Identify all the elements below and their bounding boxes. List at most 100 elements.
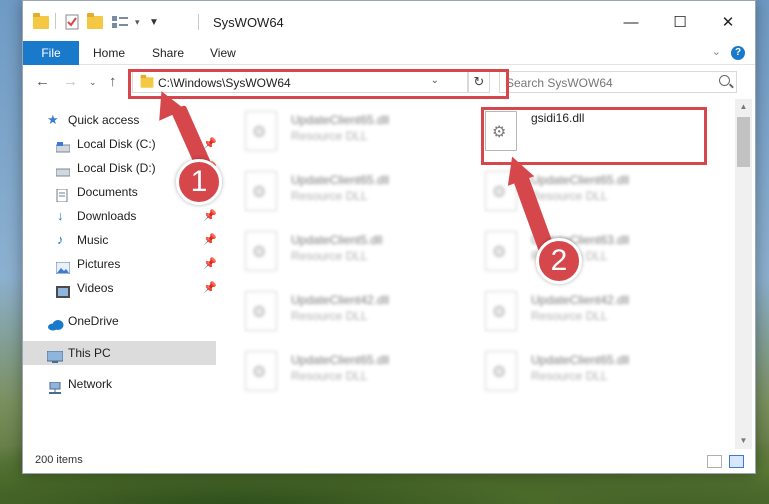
properties-icon[interactable] — [65, 13, 79, 31]
sidebar-item-label: This PC — [68, 346, 111, 360]
document-icon — [56, 186, 69, 203]
maximize-button[interactable]: ☐ — [657, 9, 703, 37]
dll-file-icon — [245, 111, 277, 151]
dll-file-icon — [485, 351, 517, 391]
title-bar: ▾ ▼ SysWOW64 — ☐ ✕ — [23, 1, 755, 41]
file-name: UpdateClient65.dll — [531, 173, 630, 187]
address-bar-highlight — [128, 69, 509, 99]
customize-toolbar-icon[interactable]: ▾ — [135, 13, 140, 31]
window-title: SysWOW64 — [213, 15, 284, 30]
file-type: Resource DLL — [291, 189, 368, 203]
file-name: UpdateClient65.dll — [291, 353, 390, 367]
view-options-icon[interactable] — [111, 13, 129, 31]
dll-file-icon — [485, 291, 517, 331]
star-icon: ★ — [47, 112, 59, 127]
list-item[interactable]: UpdateClient65.dll Resource DLL — [485, 347, 715, 401]
sidebar-item-onedrive[interactable]: OneDrive — [23, 309, 216, 333]
computer-icon — [46, 347, 64, 363]
ribbon-tabs: File Home Share View ⌄ ? — [23, 41, 755, 65]
tab-home[interactable]: Home — [93, 41, 125, 65]
cloud-icon — [47, 315, 64, 331]
pictures-icon — [55, 258, 71, 275]
list-item[interactable]: UpdateClient63.dll Resource DLL — [485, 227, 715, 281]
title-divider — [198, 14, 199, 30]
pin-icon[interactable]: 📌 — [203, 276, 217, 300]
sidebar-item-pictures[interactable]: Pictures 📌 — [23, 252, 217, 276]
tab-file[interactable]: File — [23, 41, 79, 65]
search-placeholder: Search SysWOW64 — [506, 76, 613, 90]
video-icon — [56, 282, 70, 298]
pin-icon[interactable]: 📌 — [203, 252, 217, 276]
expand-ribbon-icon[interactable]: ⌄ — [712, 45, 721, 58]
forward-arrow-icon[interactable]: → — [63, 73, 78, 90]
sidebar-item-label: Network — [68, 377, 113, 391]
sidebar-item-music[interactable]: ♪ Music 📌 — [23, 228, 217, 252]
sidebar-item-this-pc[interactable]: This PC — [23, 341, 216, 365]
pin-icon[interactable]: 📌 — [203, 204, 217, 228]
large-icons-view-icon[interactable] — [729, 455, 744, 468]
scroll-thumb[interactable] — [737, 117, 750, 167]
download-icon: ↓ — [57, 208, 64, 223]
dll-file-icon — [245, 351, 277, 391]
file-name: UpdateClient65.dll — [531, 353, 630, 367]
sidebar-item-label: Local Disk (C:) — [77, 137, 156, 151]
vertical-scrollbar[interactable]: ▲ ▼ — [735, 99, 752, 449]
sidebar-item-label: Music — [77, 233, 109, 247]
file-type: Resource DLL — [291, 249, 368, 263]
close-button[interactable]: ✕ — [705, 9, 751, 37]
sidebar-item-downloads[interactable]: ↓ Downloads 📌 — [23, 204, 217, 228]
file-name: UpdateClient65.dll — [291, 173, 390, 187]
up-arrow-icon[interactable]: ↑ — [109, 73, 117, 90]
list-item[interactable]: UpdateClient42.dll Resource DLL — [485, 287, 715, 341]
help-icon[interactable]: ? — [731, 46, 745, 60]
list-item[interactable]: UpdateClient42.dll Resource DLL — [245, 287, 475, 341]
file-explorer-window: ▾ ▼ SysWOW64 — ☐ ✕ File Home Share View … — [22, 0, 756, 474]
file-type: Resource DLL — [291, 369, 368, 383]
search-icon — [719, 75, 730, 86]
folder-icon — [33, 12, 49, 31]
qat-dropdown-icon[interactable]: ▼ — [149, 13, 159, 31]
details-view-icon[interactable] — [707, 455, 722, 468]
sidebar-item-label: Local Disk (D:) — [77, 161, 156, 175]
list-item[interactable]: UpdateClient65.dll Resource DLL — [245, 347, 475, 401]
network-icon — [47, 378, 61, 394]
list-item[interactable]: UpdateClient5.dll Resource DLL — [245, 227, 475, 281]
sidebar-item-label: Quick access — [68, 113, 140, 127]
minimize-button[interactable]: — — [608, 9, 654, 37]
annotation-badge-2: 2 — [536, 238, 582, 284]
back-arrow-icon[interactable]: ← — [35, 73, 50, 90]
scroll-down-icon[interactable]: ▼ — [735, 433, 752, 449]
drive-icon — [55, 138, 71, 153]
list-item[interactable]: UpdateClient65.dll Resource DLL — [245, 107, 475, 161]
drive-icon — [55, 162, 71, 177]
sidebar-item-label: Pictures — [77, 257, 121, 271]
tab-share[interactable]: Share — [152, 41, 184, 65]
file-type: Resource DLL — [531, 309, 608, 323]
search-input[interactable]: Search SysWOW64 — [499, 71, 737, 93]
file-name: UpdateClient5.dll — [291, 233, 383, 247]
dll-file-icon — [245, 231, 277, 271]
file-name: UpdateClient65.dll — [291, 113, 390, 127]
tab-view[interactable]: View — [210, 41, 236, 65]
file-type: Resource DLL — [291, 129, 368, 143]
file-name: UpdateClient42.dll — [531, 293, 630, 307]
annotation-badge-1: 1 — [176, 159, 222, 205]
sidebar-item-label: Videos — [77, 281, 114, 295]
list-item[interactable]: UpdateClient65.dll Resource DLL — [245, 167, 475, 221]
scroll-up-icon[interactable]: ▲ — [735, 99, 752, 115]
new-folder-icon[interactable] — [87, 12, 103, 31]
music-icon: ♪ — [57, 232, 64, 247]
item-count: 200 items — [35, 454, 83, 466]
sidebar-item-videos[interactable]: Videos 📌 — [23, 276, 217, 300]
file-type: Resource DLL — [531, 369, 608, 383]
sidebar-item-network[interactable]: Network — [23, 372, 216, 396]
dll-file-icon — [245, 291, 277, 331]
file-type: Resource DLL — [531, 189, 608, 203]
recent-locations-icon[interactable]: ⌄ — [89, 77, 97, 88]
file-name: UpdateClient42.dll — [291, 293, 390, 307]
sidebar-item-label: OneDrive — [68, 314, 119, 328]
pin-icon[interactable]: 📌 — [203, 228, 217, 252]
sidebar-item-label: Downloads — [77, 209, 137, 223]
navigation-pane: ★ Quick access Local Disk (C:) 📌 Local D… — [23, 101, 217, 447]
file-type: Resource DLL — [291, 309, 368, 323]
